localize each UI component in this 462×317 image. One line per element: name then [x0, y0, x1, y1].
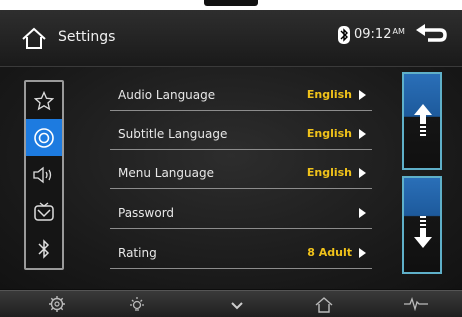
bluetooth-icon [38, 238, 50, 259]
setting-label: Audio Language [118, 88, 216, 102]
star-icon [34, 90, 54, 110]
setting-row-menu-language[interactable]: Menu Language English [110, 158, 372, 189]
scroll-up-button[interactable] [402, 72, 442, 170]
setting-row-audio-language[interactable]: Audio Language English [110, 80, 372, 111]
right-arrow-icon [359, 168, 366, 178]
clock: 09:12AM [354, 27, 405, 42]
equalizer-icon[interactable] [404, 297, 428, 311]
setting-label: Rating [118, 246, 157, 260]
back-arrow-icon [416, 24, 447, 42]
bluetooth-status-icon [338, 26, 350, 44]
arrow-down-icon [414, 216, 432, 248]
sidebar-item-audio[interactable] [26, 156, 62, 193]
setting-value: English [306, 127, 352, 140]
clock-time: 09:12 [354, 27, 392, 42]
sidebar [24, 80, 64, 270]
disc-icon [34, 127, 54, 148]
setting-value: 8 Adult [307, 246, 352, 259]
scroll-down-button[interactable] [402, 176, 442, 274]
header-bar: Settings 09:12AM [0, 10, 462, 67]
right-arrow-icon [359, 129, 366, 139]
setting-label: Menu Language [118, 166, 214, 180]
arrow-up-icon [414, 104, 432, 136]
brightness-icon[interactable] [128, 295, 146, 313]
sidebar-item-display[interactable] [26, 193, 62, 230]
tv-icon [34, 201, 54, 221]
right-arrow-icon [359, 208, 366, 218]
home-icon [22, 27, 46, 49]
gear-icon[interactable] [48, 295, 66, 313]
setting-label: Subtitle Language [118, 127, 228, 141]
chevron-down-icon[interactable] [229, 297, 245, 313]
home-button[interactable] [20, 25, 48, 53]
speaker-icon [33, 166, 52, 183]
back-button[interactable] [414, 24, 448, 46]
setting-row-subtitle-language[interactable]: Subtitle Language English [110, 119, 372, 150]
setting-row-rating[interactable]: Rating 8 Adult [110, 238, 372, 269]
sidebar-item-general[interactable] [26, 82, 62, 119]
page-title: Settings [58, 29, 116, 45]
setting-value: English [306, 88, 352, 101]
sidebar-item-bluetooth[interactable] [26, 230, 62, 267]
home-icon[interactable] [314, 295, 334, 313]
sidebar-item-disc[interactable] [26, 119, 62, 156]
right-arrow-icon [359, 90, 366, 100]
clock-ampm: AM [392, 27, 405, 36]
top-edge-mark [204, 0, 258, 6]
setting-label: Password [118, 206, 175, 220]
bottom-bar [0, 290, 462, 317]
setting-row-password[interactable]: Password [110, 198, 372, 229]
right-arrow-icon [359, 248, 366, 258]
setting-value: English [306, 166, 352, 179]
